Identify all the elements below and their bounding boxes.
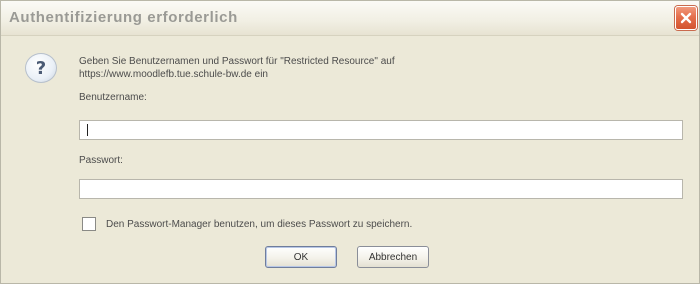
ok-button[interactable]: OK	[265, 246, 337, 268]
window-title: Authentifizierung erforderlich	[9, 9, 238, 26]
title-bar[interactable]: Authentifizierung erforderlich	[1, 1, 699, 36]
message-line-2: https://www.moodlefb.tue.schule-bw.de ei…	[79, 69, 268, 80]
text-caret	[87, 124, 88, 136]
auth-dialog: Authentifizierung erforderlich ? Geben S…	[0, 0, 700, 284]
save-password-label[interactable]: Den Passwort-Manager benutzen, um dieses…	[106, 219, 412, 230]
close-icon	[680, 12, 692, 24]
auth-message: Geben Sie Benutzernamen und Passwort für…	[79, 55, 679, 81]
question-icon: ?	[25, 53, 57, 83]
username-field[interactable]	[79, 120, 683, 140]
password-field[interactable]	[79, 179, 683, 199]
password-label: Passwort:	[79, 155, 123, 166]
cancel-button[interactable]: Abbrechen	[357, 246, 429, 268]
save-password-checkbox[interactable]	[82, 217, 96, 231]
message-line-1: Geben Sie Benutzernamen und Passwort für…	[79, 56, 395, 67]
close-button[interactable]	[675, 6, 697, 30]
username-label: Benutzername:	[79, 92, 147, 103]
